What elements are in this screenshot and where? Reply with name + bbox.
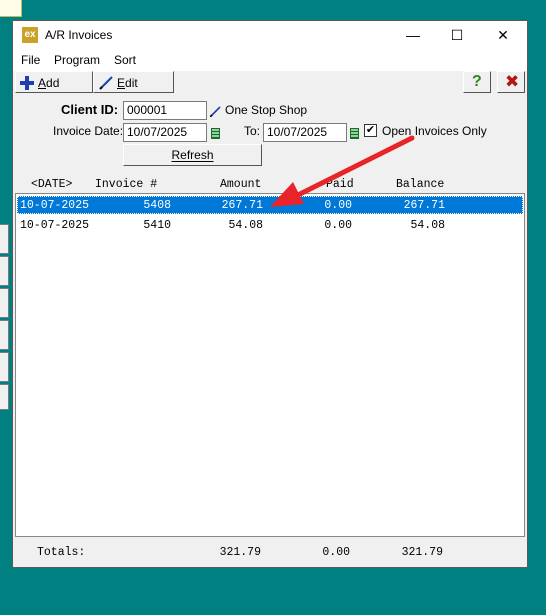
- annotation-arrow: [270, 135, 415, 207]
